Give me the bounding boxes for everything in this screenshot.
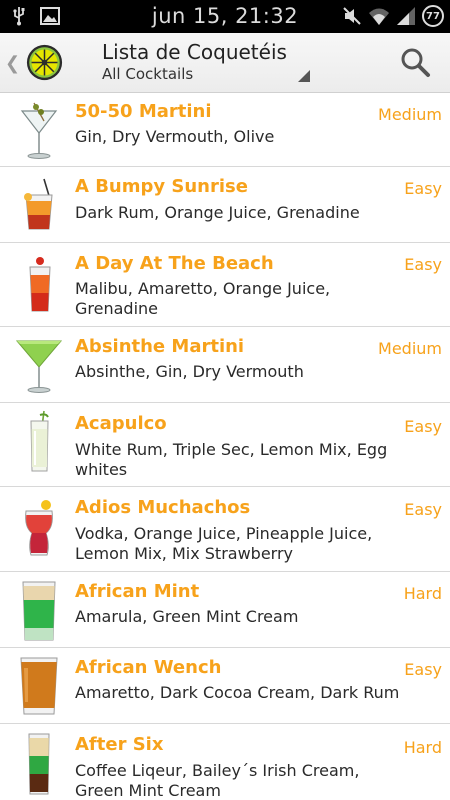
martini-glass-icon <box>15 340 63 393</box>
cocktail-name: Adios Muchachos <box>75 497 251 518</box>
difficulty-label: Easy <box>404 500 442 519</box>
lime-logo-icon[interactable] <box>26 44 63 81</box>
list-item[interactable]: A Bumpy Sunrise Dark Rum, Orange Juice, … <box>0 167 450 243</box>
cocktail-ingredients: Vodka, Orange Juice, Pineapple Juice, Le… <box>75 524 373 563</box>
action-bar: ❮ Lista de Coquetéis All Cocktails <box>0 33 450 93</box>
collins-glass-icon <box>30 410 49 472</box>
list-item[interactable]: A Day At The Beach Malibu, Amaretto, Ora… <box>0 243 450 327</box>
hurricane-glass-icon <box>25 500 53 556</box>
list-item[interactable]: African Wench Amaretto, Dark Cocoa Cream… <box>0 648 450 724</box>
cocktail-list: 50-50 Martini Gin, Dry Vermouth, Olive M… <box>0 93 450 800</box>
cocktail-ingredients: Coffee Liqeur, Bailey´s Irish Cream, Gre… <box>75 761 360 800</box>
cocktail-name: African Wench <box>75 657 222 678</box>
list-item[interactable]: 50-50 Martini Gin, Dry Vermouth, Olive M… <box>0 93 450 167</box>
status-right-icons: 77 <box>342 5 444 27</box>
battery-icon: 77 <box>422 5 444 27</box>
cocktail-name: African Mint <box>75 581 200 602</box>
difficulty-label: Hard <box>403 738 442 757</box>
difficulty-label: Hard <box>403 584 442 603</box>
cocktail-name: 50-50 Martini <box>75 101 212 122</box>
mute-icon <box>343 7 361 25</box>
cocktail-ingredients: Amaretto, Dark Cocoa Cream, Dark Rum <box>75 683 400 702</box>
layered-shooter-icon <box>28 733 50 795</box>
category-selected-value: All Cocktails <box>102 65 194 83</box>
cocktail-ingredients: Malibu, Amaretto, Orange Juice, Grenadin… <box>75 279 331 318</box>
list-spinner[interactable]: Lista de Coquetéis All Cocktails <box>102 40 312 88</box>
dropdown-triangle-icon <box>298 70 310 82</box>
difficulty-label: Easy <box>404 417 442 436</box>
signal-icon <box>397 7 415 25</box>
difficulty-label: Easy <box>404 255 442 274</box>
difficulty-label: Medium <box>378 339 442 358</box>
list-item[interactable]: African Mint Amarula, Green Mint Cream H… <box>0 572 450 648</box>
difficulty-label: Medium <box>378 105 442 124</box>
rocks-glass-icon <box>24 178 53 230</box>
martini-glass-icon <box>20 102 58 159</box>
cocktail-name: A Day At The Beach <box>75 253 274 274</box>
list-item[interactable]: After Six Coffee Liqeur, Bailey´s Irish … <box>0 724 450 800</box>
wifi-icon <box>369 8 389 25</box>
cocktail-ingredients: White Rum, Triple Sec, Lemon Mix, Egg wh… <box>75 440 388 479</box>
chevron-left-icon[interactable]: ❮ <box>5 53 20 74</box>
cocktail-name: Acapulco <box>75 413 167 434</box>
difficulty-label: Easy <box>404 660 442 679</box>
page-title: Lista de Coquetéis <box>102 40 287 64</box>
list-item[interactable]: Acapulco White Rum, Triple Sec, Lemon Mi… <box>0 403 450 487</box>
highball-glass-icon <box>29 257 51 312</box>
search-icon[interactable] <box>398 45 432 79</box>
cocktail-name: Absinthe Martini <box>75 336 245 357</box>
cocktail-ingredients: Gin, Dry Vermouth, Olive <box>75 127 275 146</box>
layered-shot-icon <box>22 581 56 641</box>
list-item[interactable]: Absinthe Martini Absinthe, Gin, Dry Verm… <box>0 327 450 403</box>
cocktail-ingredients: Dark Rum, Orange Juice, Grenadine <box>75 203 360 222</box>
status-bar: jun 15, 21:32 77 <box>0 0 450 33</box>
shot-glass-icon <box>20 657 58 715</box>
cocktail-ingredients: Absinthe, Gin, Dry Vermouth <box>75 362 304 381</box>
cocktail-ingredients: Amarula, Green Mint Cream <box>75 607 299 626</box>
cocktail-name: After Six <box>75 734 164 755</box>
cocktail-name: A Bumpy Sunrise <box>75 176 248 197</box>
difficulty-label: Easy <box>404 179 442 198</box>
list-item[interactable]: Adios Muchachos Vodka, Orange Juice, Pin… <box>0 487 450 572</box>
